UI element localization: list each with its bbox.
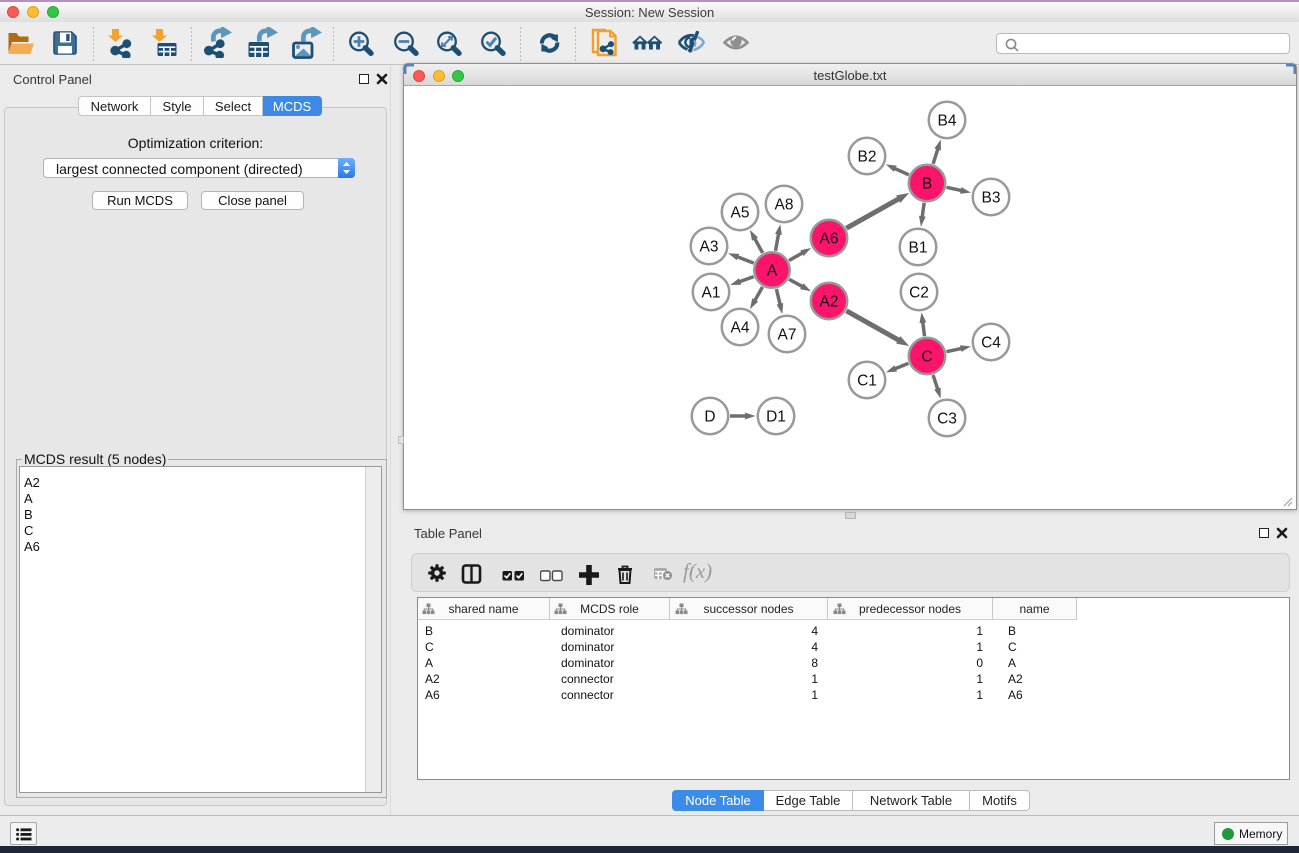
svg-text:B: B: [922, 176, 932, 193]
svg-text:B1: B1: [909, 240, 928, 257]
svg-text:A6: A6: [820, 231, 839, 248]
svg-text:C2: C2: [909, 285, 929, 302]
svg-text:A5: A5: [731, 205, 750, 222]
svg-text:A3: A3: [700, 239, 719, 256]
svg-text:A8: A8: [775, 197, 794, 214]
svg-text:A1: A1: [702, 285, 721, 302]
svg-text:D: D: [704, 409, 715, 426]
svg-text:B3: B3: [982, 190, 1001, 207]
svg-text:A2: A2: [820, 294, 839, 311]
svg-text:C4: C4: [981, 335, 1001, 352]
svg-text:C1: C1: [857, 373, 877, 390]
svg-text:B2: B2: [858, 149, 877, 166]
svg-text:B4: B4: [938, 113, 957, 130]
svg-text:A4: A4: [731, 320, 750, 337]
svg-text:C: C: [921, 349, 932, 366]
svg-text:A: A: [767, 263, 778, 280]
svg-text:D1: D1: [766, 409, 786, 426]
svg-text:C3: C3: [937, 411, 957, 428]
svg-text:A7: A7: [778, 327, 797, 344]
